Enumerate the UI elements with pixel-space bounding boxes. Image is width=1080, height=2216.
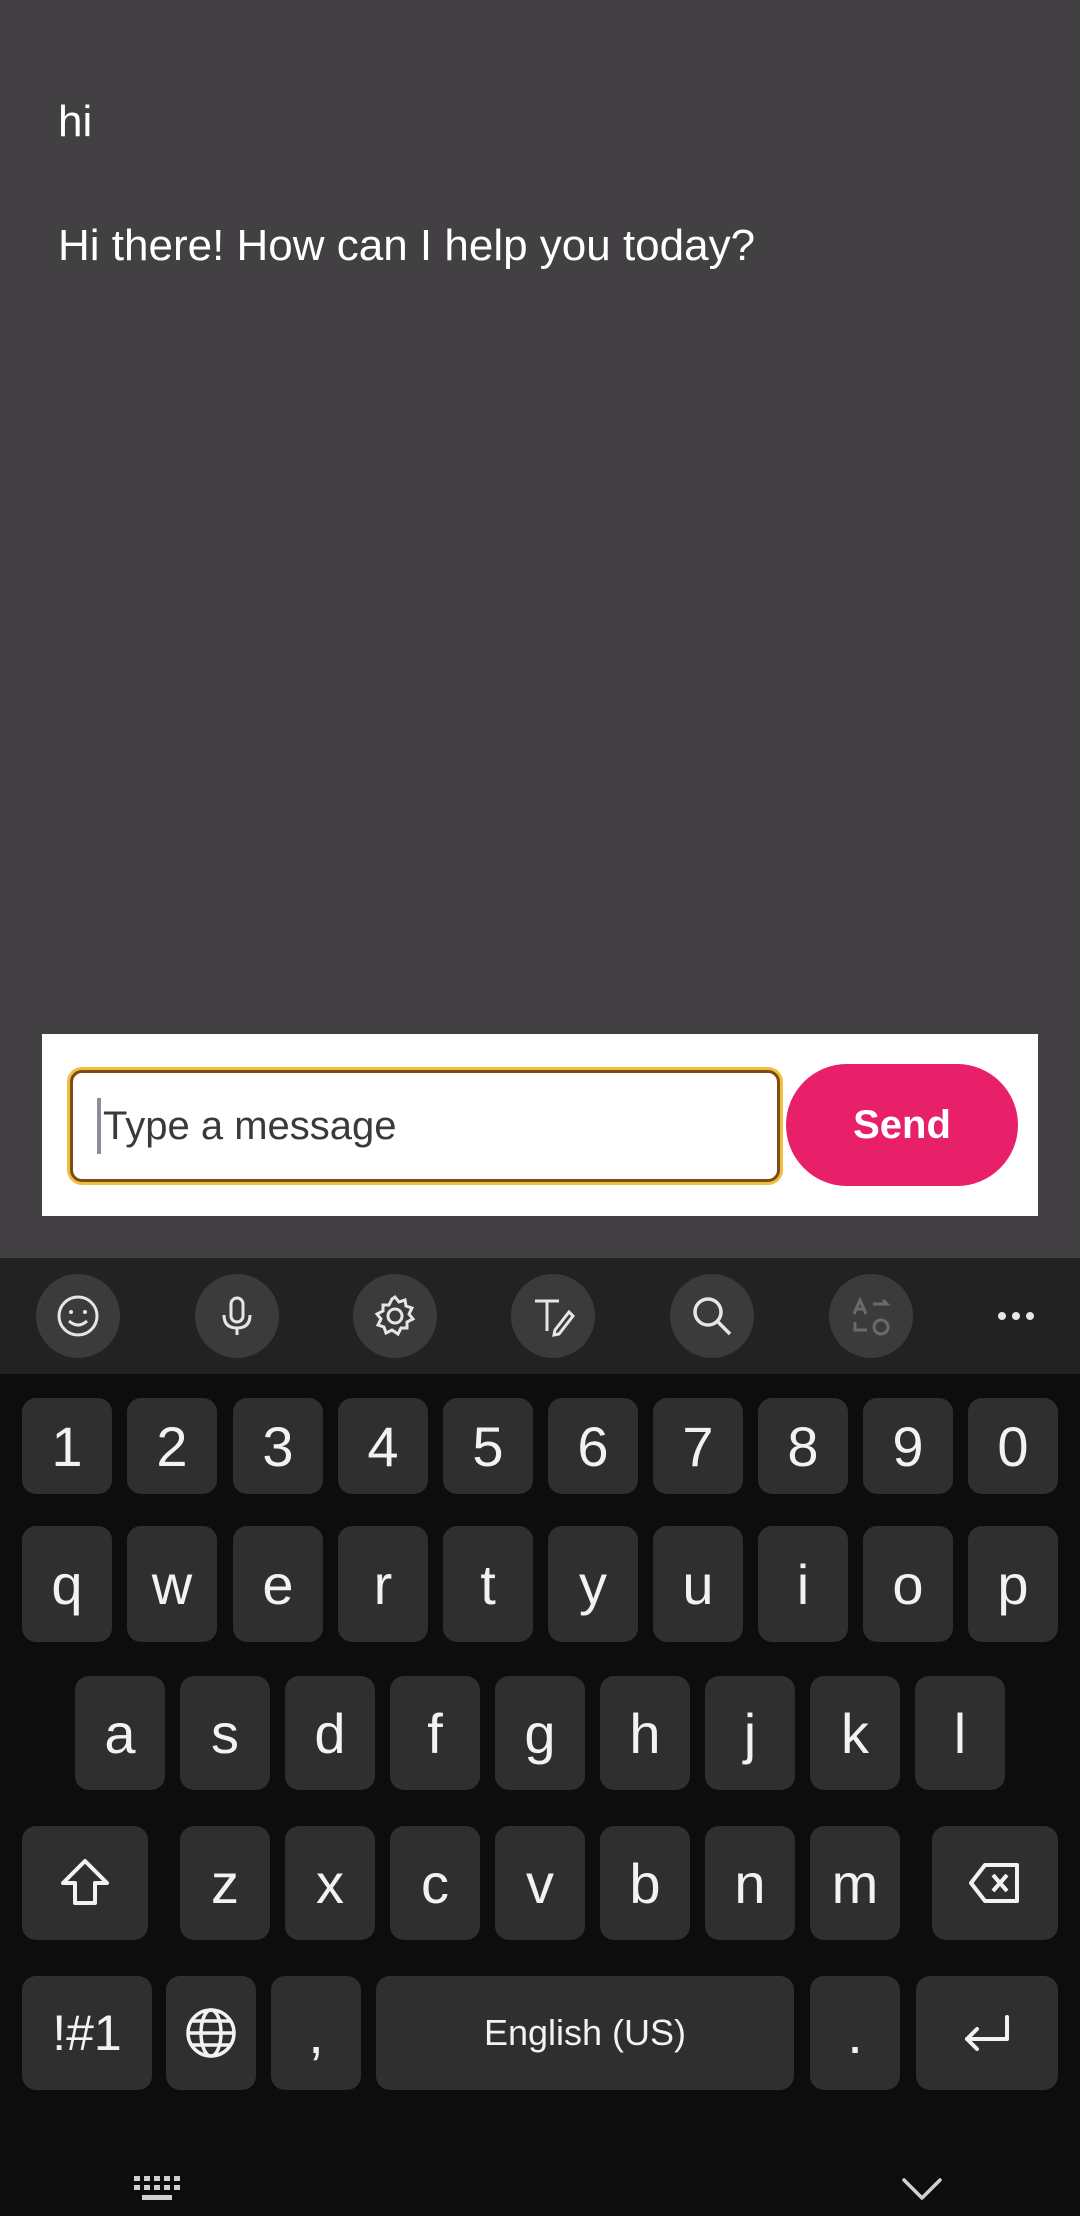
- key-s[interactable]: s: [180, 1676, 270, 1790]
- key-b[interactable]: b: [600, 1826, 690, 1940]
- globe-icon: [186, 2008, 236, 2058]
- shift-key[interactable]: [22, 1826, 148, 1940]
- key-u[interactable]: u: [653, 1526, 743, 1642]
- translate-icon[interactable]: [829, 1274, 913, 1358]
- key-z[interactable]: z: [180, 1826, 270, 1940]
- key-d[interactable]: d: [285, 1676, 375, 1790]
- emoji-icon[interactable]: [36, 1274, 120, 1358]
- send-button[interactable]: Send: [786, 1064, 1018, 1186]
- keyboard-switch-icon[interactable]: [130, 2170, 186, 2206]
- enter-key[interactable]: [916, 1976, 1058, 2090]
- key-f[interactable]: f: [390, 1676, 480, 1790]
- language-key[interactable]: [166, 1976, 256, 2090]
- key-y[interactable]: y: [548, 1526, 638, 1642]
- key-e[interactable]: e: [233, 1526, 323, 1642]
- shift-icon: [61, 1859, 109, 1905]
- key-4[interactable]: 4: [338, 1398, 428, 1494]
- backspace-icon: [969, 1863, 1019, 1903]
- key-7[interactable]: 7: [653, 1398, 743, 1494]
- key-3[interactable]: 3: [233, 1398, 323, 1494]
- search-icon[interactable]: [670, 1274, 754, 1358]
- key-l[interactable]: l: [915, 1676, 1005, 1790]
- key-v[interactable]: v: [495, 1826, 585, 1940]
- key-x[interactable]: x: [285, 1826, 375, 1940]
- key-0[interactable]: 0: [968, 1398, 1058, 1494]
- key-9[interactable]: 9: [863, 1398, 953, 1494]
- key-5[interactable]: 5: [443, 1398, 533, 1494]
- key-i[interactable]: i: [758, 1526, 848, 1642]
- key-t[interactable]: t: [443, 1526, 533, 1642]
- key-q[interactable]: q: [22, 1526, 112, 1642]
- key-m[interactable]: m: [810, 1826, 900, 1940]
- key-o[interactable]: o: [863, 1526, 953, 1642]
- period-key[interactable]: .: [810, 1976, 900, 2090]
- key-8[interactable]: 8: [758, 1398, 848, 1494]
- keyboard-toolbar: [0, 1258, 1080, 1374]
- key-p[interactable]: p: [968, 1526, 1058, 1642]
- key-g[interactable]: g: [495, 1676, 585, 1790]
- more-icon[interactable]: [974, 1274, 1058, 1358]
- text-caret: [97, 1098, 101, 1154]
- microphone-icon[interactable]: [195, 1274, 279, 1358]
- enter-icon: [965, 2015, 1009, 2051]
- message-input-placeholder: Type a message: [103, 1103, 397, 1148]
- backspace-key[interactable]: [932, 1826, 1058, 1940]
- hide-keyboard-icon[interactable]: [898, 2170, 946, 2206]
- key-j[interactable]: j: [705, 1676, 795, 1790]
- key-1[interactable]: 1: [22, 1398, 112, 1494]
- key-w[interactable]: w: [127, 1526, 217, 1642]
- key-c[interactable]: c: [390, 1826, 480, 1940]
- keyboard: 1 2 3 4 5 6 7 8 9 0 q w e r t y u i o p …: [0, 1374, 1080, 2216]
- key-n[interactable]: n: [705, 1826, 795, 1940]
- assistant-message: Hi there! How can I help you today?: [58, 221, 756, 270]
- symbols-key[interactable]: !#1: [22, 1976, 152, 2090]
- key-2[interactable]: 2: [127, 1398, 217, 1494]
- key-k[interactable]: k: [810, 1676, 900, 1790]
- message-input[interactable]: Type a message: [70, 1070, 780, 1182]
- key-r[interactable]: r: [338, 1526, 428, 1642]
- message-composer: Type a message Send: [42, 1034, 1038, 1216]
- key-a[interactable]: a: [75, 1676, 165, 1790]
- key-h[interactable]: h: [600, 1676, 690, 1790]
- user-message: hi: [58, 97, 93, 146]
- handwriting-icon[interactable]: [511, 1274, 595, 1358]
- key-6[interactable]: 6: [548, 1398, 638, 1494]
- comma-key[interactable]: ,: [271, 1976, 361, 2090]
- settings-icon[interactable]: [353, 1274, 437, 1358]
- space-key[interactable]: English (US): [376, 1976, 794, 2090]
